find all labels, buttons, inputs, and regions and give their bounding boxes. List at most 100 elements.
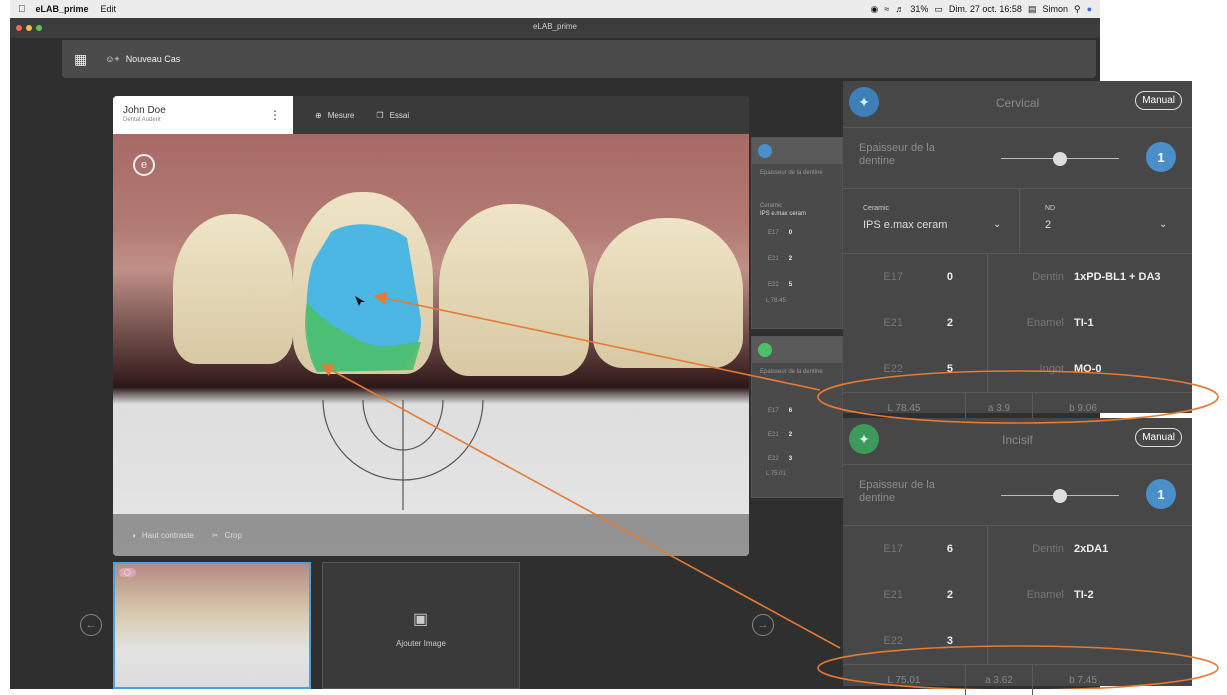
- trial-button[interactable]: ❐ Essai: [376, 111, 409, 120]
- thickness-value: 1: [1146, 479, 1176, 509]
- status-area: ◉ ≈ ♬ 31% ▭ Dim. 27 oct. 16:58 ▤ Simon ⚲…: [871, 4, 1092, 15]
- mini-row-value: 3: [788, 456, 793, 462]
- patient-card[interactable]: John Doe Dental Audent ⋮: [113, 96, 293, 134]
- user-menu[interactable]: Simon: [1042, 4, 1068, 14]
- thickness-slider-knob[interactable]: [1053, 489, 1067, 503]
- lab-l: L 75.01: [843, 665, 966, 695]
- row-material: Enamel: [1026, 589, 1064, 601]
- shade-overlay: [305, 224, 421, 372]
- crosshair-icon: ⊕: [315, 110, 322, 120]
- ceramic-value: IPS e.max ceram: [863, 219, 948, 231]
- mini-panel-incisif: Epaisseur de la dentine E17 6 E21 2 E22 3 L…: [751, 336, 843, 498]
- mini-thickness-label: Epaisseur de la dentine: [760, 369, 823, 375]
- row-value: 3: [946, 635, 953, 647]
- image-icon: ▣: [413, 611, 429, 628]
- next-arrow-icon[interactable]: →: [752, 614, 774, 636]
- row-material: Enamel: [1026, 317, 1064, 329]
- high-contrast-button[interactable]: ◑ Haut contraste: [131, 531, 194, 540]
- mini-ceramic-label: Ceramic: [760, 203, 783, 209]
- kebab-menu-icon[interactable]: ⋮: [269, 108, 281, 122]
- incisif-table: E17 6 Dentin 2xDA1 E21 2 Enamel TI-2 E22…: [843, 525, 1192, 664]
- shade-guide-lines: [322, 399, 484, 510]
- add-image-button[interactable]: ▣ Ajouter Image: [322, 562, 520, 689]
- row-key: E21: [883, 589, 903, 601]
- nd-select[interactable]: ND 2 ⌄: [1019, 189, 1192, 253]
- row-material: Ingot: [1039, 363, 1064, 375]
- mini-row: E22 5: [752, 272, 842, 298]
- incisif-header: ✦ Incisif Manual: [843, 418, 1192, 465]
- row-shade: MO-0: [1074, 363, 1102, 375]
- mini-row: E21 2: [752, 246, 842, 272]
- crop-button[interactable]: ✂ Crop: [212, 531, 242, 540]
- grid-menu-icon[interactable]: ▦: [74, 51, 87, 68]
- app-menu[interactable]: eLAB_prime: [36, 4, 89, 14]
- edit-menu[interactable]: Edit: [101, 4, 117, 14]
- mini-row-key: E22: [768, 456, 779, 462]
- tooth-right: [439, 204, 589, 376]
- battery-label[interactable]: 31%: [910, 4, 928, 14]
- lab-b: b 7.45: [1069, 674, 1097, 686]
- mini-ceramic-value: IPS e.max ceram: [760, 211, 807, 217]
- mini-row-value: 5: [788, 282, 793, 288]
- mini-row: E21 2: [752, 423, 842, 447]
- trial-label: Essai: [389, 110, 410, 120]
- previous-arrow-icon[interactable]: ←: [80, 614, 102, 636]
- image-thumbnail[interactable]: ◯: [113, 562, 311, 689]
- thickness-slider-row: Epaisseur de la dentine 1: [843, 465, 1192, 525]
- thumbnail-badge: ◯: [119, 568, 136, 577]
- new-case-button[interactable]: ☺+ Nouveau Cas: [105, 54, 180, 64]
- thickness-slider-knob[interactable]: [1053, 152, 1067, 166]
- row-shade: TI-1: [1074, 317, 1094, 329]
- cervical-table: E17 0 Dentin 1xPD-BL1 + DA3 E21 2 Enamel…: [843, 254, 1192, 392]
- copy-icon: ❐: [376, 110, 384, 120]
- row-shade: TI-2: [1074, 589, 1094, 601]
- contrast-icon: ◑: [131, 530, 136, 540]
- menu-icon[interactable]: ▤: [1028, 4, 1037, 15]
- photo-bottom-toolbar: ◑ Haut contraste ✂ Crop: [113, 514, 749, 556]
- manual-button[interactable]: Manual: [1135, 91, 1182, 110]
- clock[interactable]: Dim. 27 oct. 16:58: [949, 4, 1022, 14]
- table-row: E22 5 Ingot MO-0: [843, 346, 1192, 392]
- row-shade: 2xDA1: [1074, 543, 1109, 555]
- mini-panel-cervical: Epaisseur de la dentine Ceramic IPS e.ma…: [751, 137, 843, 329]
- thickness-label: Epaisseur de la dentine: [859, 142, 935, 167]
- thickness-slider-row: Epaisseur de la dentine 1: [843, 128, 1192, 188]
- mini-row-key: E17: [768, 408, 779, 414]
- measure-button[interactable]: ⊕ Mesure: [315, 111, 354, 120]
- title-bar: eLAB_prime: [10, 18, 1100, 38]
- volume-icon[interactable]: ♬: [895, 4, 904, 14]
- mini-row-value: 0: [788, 230, 793, 236]
- row-material: Dentin: [1032, 543, 1064, 555]
- tooth-far-right: [593, 218, 743, 368]
- mini-row-value: 2: [788, 432, 793, 438]
- row-value: 2: [946, 317, 953, 329]
- row-value: 0: [946, 271, 953, 283]
- mini-row-key: E22: [768, 282, 779, 288]
- add-image-label: Ajouter Image: [396, 639, 446, 648]
- apple-icon[interactable]: : [18, 4, 26, 15]
- tooth-left: [173, 214, 293, 364]
- mini-row-value: 2: [788, 256, 793, 262]
- spotlight-search-icon[interactable]: ⚲: [1074, 4, 1081, 15]
- row-key: E22: [883, 363, 903, 375]
- ceramic-select[interactable]: Ceramic IPS e.max ceram ⌄: [843, 189, 1020, 253]
- ceramic-dropdown-row: Ceramic IPS e.max ceram ⌄ ND 2 ⌄: [843, 188, 1192, 254]
- patient-name: John Doe: [123, 105, 166, 116]
- tooth-measured: [293, 192, 433, 374]
- tooth-photo[interactable]: e: [113, 134, 749, 556]
- wifi-icon[interactable]: ≈: [884, 4, 889, 14]
- mini-ceramic[interactable]: Ceramic IPS e.max ceram: [752, 200, 842, 220]
- cervical-header: ✦ Cervical Manual: [843, 81, 1192, 128]
- thickness-value: 1: [1146, 142, 1176, 172]
- row-material: Dentin: [1032, 271, 1064, 283]
- mini-row-value: 6: [788, 408, 793, 414]
- manual-button[interactable]: Manual: [1135, 428, 1182, 447]
- record-icon[interactable]: ◉: [871, 4, 879, 15]
- table-row: E17 0 Dentin 1xPD-BL1 + DA3: [843, 254, 1192, 300]
- row-key: E17: [883, 271, 903, 283]
- row-key: E17: [883, 543, 903, 555]
- siri-icon[interactable]: ●: [1087, 4, 1092, 14]
- row-key: E22: [883, 635, 903, 647]
- add-user-icon: ☺+: [105, 54, 120, 64]
- elab-logo-icon: e: [133, 154, 155, 176]
